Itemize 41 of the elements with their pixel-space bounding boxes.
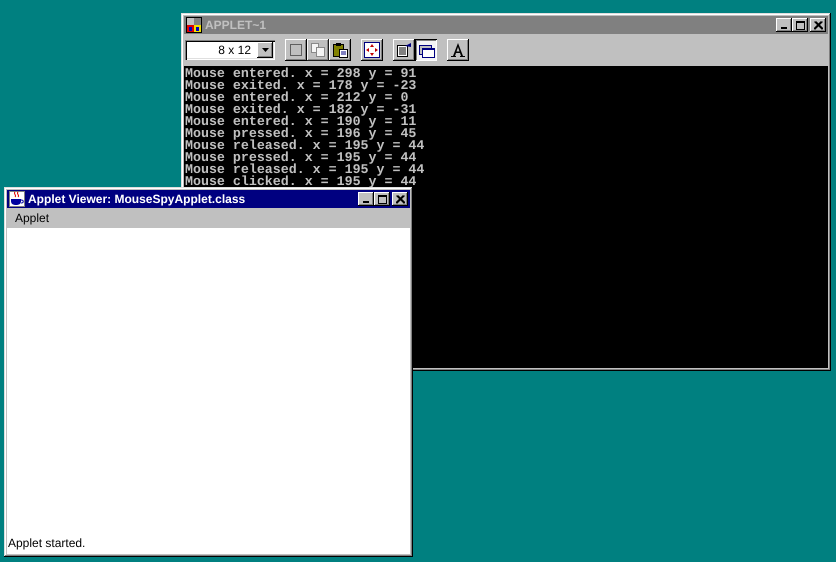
window-icon <box>419 43 435 59</box>
copy-icon <box>310 42 326 58</box>
maximize-icon <box>378 194 386 204</box>
minimize-icon <box>781 27 787 29</box>
status-text: Applet started. <box>8 536 86 550</box>
console-line: Mouse exited. x = 182 y = -31 <box>185 104 418 116</box>
minimize-button[interactable] <box>776 18 792 32</box>
menu-item[interactable]: Applet <box>13 211 52 225</box>
close-button[interactable] <box>810 18 826 32</box>
font-size-dropdown[interactable]: 8 x 12 <box>185 40 275 60</box>
close-button[interactable] <box>392 192 408 206</box>
window-title: Applet Viewer: MouseSpyApplet.class <box>28 192 246 206</box>
properties-icon <box>396 42 412 58</box>
cup-icon <box>9 191 25 207</box>
paste-button[interactable] <box>329 39 351 61</box>
properties-button[interactable] <box>393 39 415 61</box>
dropdown-arrow-icon <box>262 48 268 52</box>
maximize-icon <box>796 20 804 30</box>
maximize-button[interactable] <box>792 18 808 32</box>
mark-button[interactable] <box>285 39 307 61</box>
console-line: Mouse pressed. x = 196 y = 45 <box>185 128 416 140</box>
console-line: Mouse clicked. x = 195 y = 44 <box>185 176 418 188</box>
font-button[interactable] <box>447 39 469 61</box>
close-icon <box>814 20 822 30</box>
fullscreen-button[interactable] <box>361 39 383 61</box>
maximize-button[interactable] <box>374 192 390 206</box>
console-line: Mouse exited. x = 178 y = -23 <box>185 80 418 92</box>
four-arrows-icon <box>364 42 380 58</box>
minimize-icon <box>363 201 369 203</box>
minimize-button[interactable] <box>358 192 374 206</box>
console-line: Mouse pressed. x = 195 y = 44 <box>185 152 416 164</box>
window-title: APPLET~1 <box>205 18 266 32</box>
letter-a-icon <box>450 42 466 58</box>
console-line: Mouse released. x = 195 y = 44 <box>185 164 426 176</box>
console-line: Mouse entered. x = 212 y = 0 <box>185 92 408 104</box>
console-line: Mouse entered. x = 298 y = 91 <box>185 68 418 80</box>
console-line: Mouse entered. x = 190 y = 11 <box>185 116 418 128</box>
close-icon <box>396 194 404 204</box>
clipboard-icon <box>332 42 348 58</box>
console-line: Mouse released. x = 195 y = 44 <box>185 140 426 152</box>
dashed-rectangle-icon <box>288 42 304 58</box>
